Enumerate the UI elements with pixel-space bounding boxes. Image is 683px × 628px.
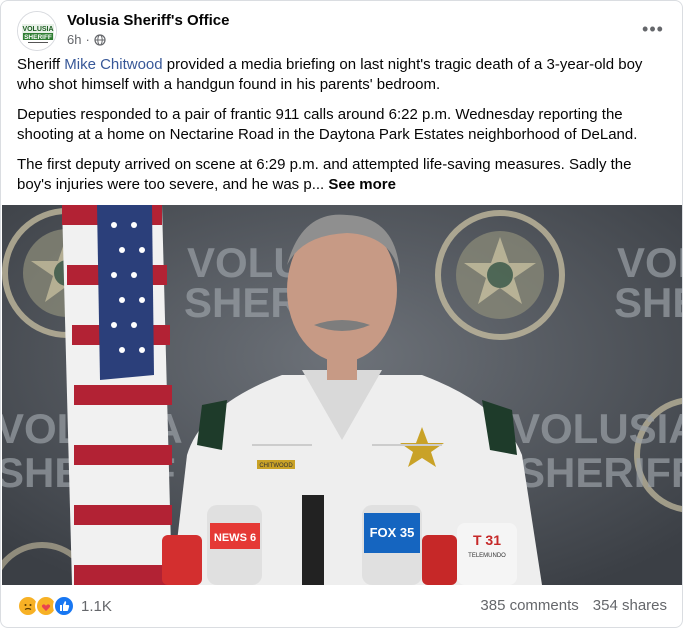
mic-label-telemundo: T 31 (473, 532, 501, 548)
globe-icon (94, 33, 106, 46)
reactions-summary[interactable]: 1.1K (17, 595, 112, 617)
avatar[interactable]: VOLUSIA SHERIFF (17, 11, 57, 51)
paragraph-3: The first deputy arrived on scene at 6:2… (17, 155, 669, 195)
mention-link[interactable]: Mike Chitwood (64, 56, 162, 73)
post-video[interactable]: VOLUSIA SHERIFF VOLUSIA SHERIFF VOLUSIA … (2, 205, 683, 585)
paragraph-1: Sheriff Mike Chitwood provided a media b… (17, 55, 669, 95)
text-span: The first deputy arrived on scene at 6:2… (17, 156, 632, 193)
svg-text:SHERIFF: SHERIFF (24, 34, 52, 41)
see-more-link[interactable]: See more (328, 176, 396, 193)
backdrop-word-right-2: SHERIFF (614, 279, 683, 326)
american-flag (62, 205, 172, 585)
text-span: Sheriff (17, 56, 65, 73)
reaction-count[interactable]: 1.1K (81, 598, 112, 615)
post-body: Sheriff Mike Chitwood provided a media b… (17, 55, 669, 205)
seal-right (435, 210, 565, 340)
post-footer: 1.1K 385 comments 354 shares (17, 591, 667, 623)
shares-count[interactable]: 354 shares (593, 597, 667, 614)
comments-count[interactable]: 385 comments (480, 597, 578, 614)
ellipsis-icon: ••• (642, 18, 664, 39)
post-card: VOLUSIA SHERIFF Volusia Sheriff's Office… (0, 0, 683, 628)
name-tag: CHITWOOD (259, 463, 293, 469)
svg-text:VOLUSIA: VOLUSIA (22, 26, 53, 33)
post-time[interactable]: 6h (67, 32, 81, 47)
mic-label-news6: NEWS 6 (214, 532, 256, 544)
more-options-button[interactable]: ••• (639, 15, 667, 43)
paragraph-2: Deputies responded to a pair of frantic … (17, 106, 638, 143)
video-frame: VOLUSIA SHERIFF VOLUSIA SHERIFF VOLUSIA … (2, 205, 683, 585)
sheriff-logo: VOLUSIA SHERIFF (18, 12, 56, 50)
mic-sub-telemundo: TELEMUNDO (468, 553, 506, 559)
like-icon (53, 595, 75, 617)
mic-label-fox35: FOX 35 (370, 525, 415, 540)
backdrop-word-mid-right-2: SHERIFF (517, 449, 683, 496)
page-name[interactable]: Volusia Sheriff's Office (67, 12, 230, 29)
post-header: VOLUSIA SHERIFF Volusia Sheriff's Office… (17, 11, 667, 51)
backdrop-word-mid-right: VOLUSIA (512, 405, 683, 452)
dot-separator: · (85, 32, 90, 47)
post-meta: 6h · (67, 32, 106, 47)
engagement-stats: 385 comments 354 shares (480, 597, 667, 614)
